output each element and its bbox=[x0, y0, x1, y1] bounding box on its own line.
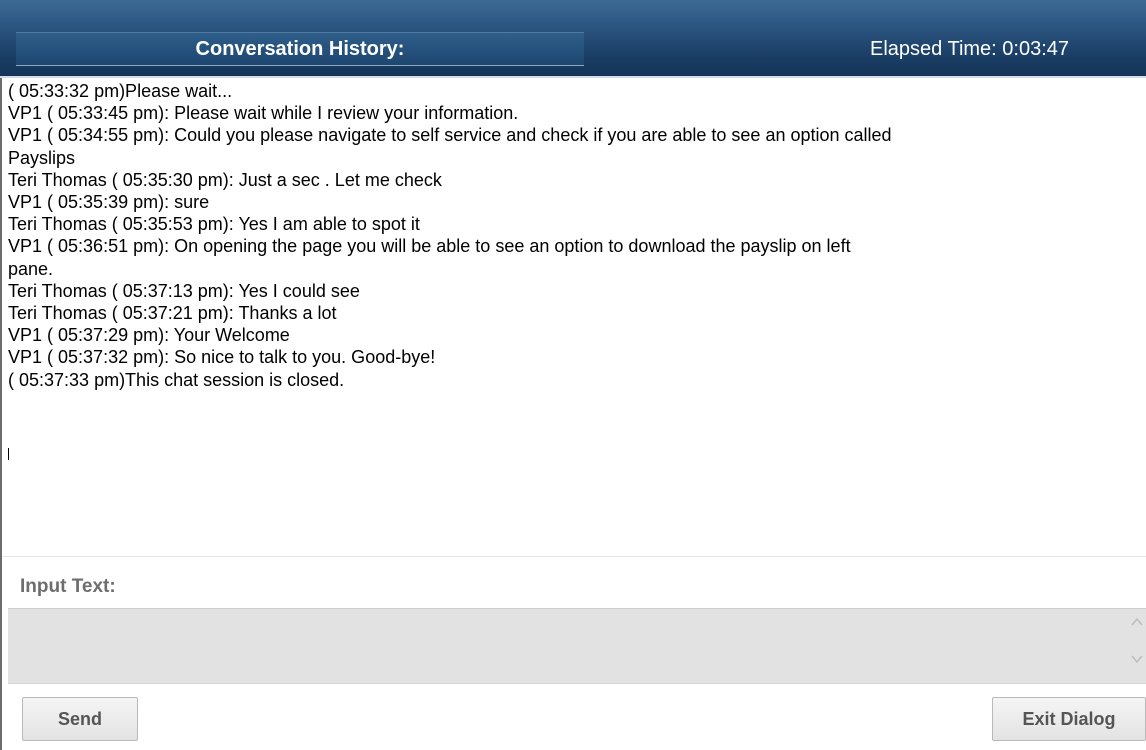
message-line: VP1 ( 05:33:45 pm): Please wait while I … bbox=[8, 103, 519, 124]
section-divider bbox=[2, 556, 1146, 557]
chevron-up-icon[interactable] bbox=[1127, 615, 1146, 635]
message-line: VP1 ( 05:37:32 pm): So nice to talk to y… bbox=[8, 347, 436, 368]
conversation-history-title: Conversation History: bbox=[195, 38, 405, 60]
send-button[interactable]: Send bbox=[22, 697, 138, 741]
input-text-label: Input Text: bbox=[20, 576, 116, 597]
message-line: Payslips bbox=[8, 147, 76, 168]
message-line: VP1 ( 05:35:39 pm): sure bbox=[8, 192, 210, 213]
header-bar: Conversation History: Elapsed Time: 0:03… bbox=[0, 0, 1146, 78]
elapsed-time: Elapsed Time: 0:03:47 bbox=[870, 38, 1070, 60]
message-line: VP1 ( 05:37:29 pm): Your Welcome bbox=[8, 325, 290, 346]
message-input[interactable] bbox=[8, 608, 1146, 684]
conversation-transcript: ( 05:33:32 pm)Please wait... VP1 ( 05:33… bbox=[8, 78, 1146, 553]
message-line: Teri Thomas ( 05:37:13 pm): Yes I could … bbox=[8, 280, 360, 301]
message-line: VP1 ( 05:36:51 pm): On opening the page … bbox=[8, 236, 851, 257]
message-line: Teri Thomas ( 05:37:21 pm): Thanks a lot bbox=[8, 303, 337, 324]
exit-dialog-button[interactable]: Exit Dialog bbox=[992, 697, 1146, 741]
message-line: ( 05:37:33 pm)This chat session is close… bbox=[8, 369, 345, 390]
message-line: ( 05:33:32 pm)Please wait... bbox=[8, 81, 233, 101]
text-cursor bbox=[8, 448, 9, 460]
header-title-box: Conversation History: bbox=[16, 32, 584, 66]
message-line: Teri Thomas ( 05:35:53 pm): Yes I am abl… bbox=[8, 214, 420, 235]
message-line: Teri Thomas ( 05:35:30 pm): Just a sec .… bbox=[8, 169, 442, 190]
message-line: pane. bbox=[8, 258, 54, 279]
chevron-down-icon[interactable] bbox=[1127, 652, 1146, 672]
message-line: VP1 ( 05:34:55 pm): Could you please nav… bbox=[8, 125, 892, 146]
